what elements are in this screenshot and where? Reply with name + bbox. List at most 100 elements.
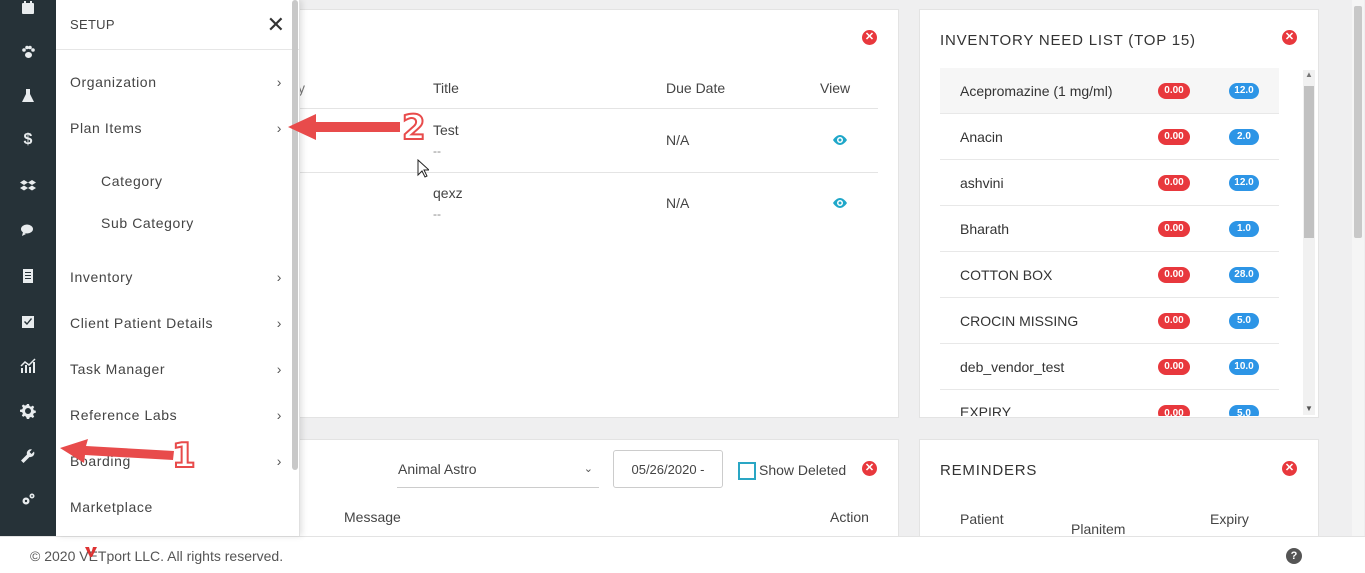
need-badge: 10.0 bbox=[1229, 358, 1259, 375]
chevron-right-icon: › bbox=[276, 361, 282, 377]
menu-item-inventory[interactable]: Inventory › bbox=[70, 265, 282, 289]
inventory-row[interactable]: Bharath 0.00 1.0 bbox=[940, 206, 1279, 252]
icon-rail: $ bbox=[0, 0, 56, 536]
need-badge: 28.0 bbox=[1229, 266, 1259, 283]
drawer-title: SETUP bbox=[70, 17, 115, 32]
menu-item-client-patient-details[interactable]: Client Patient Details › bbox=[70, 311, 282, 335]
menu-item-label: Task Manager bbox=[70, 361, 166, 377]
menu-item-plan-items[interactable]: Plan Items › bbox=[70, 116, 282, 140]
stock-badge: 0.00 bbox=[1158, 128, 1190, 145]
task-subtitle: -- bbox=[433, 207, 441, 221]
header-divider bbox=[300, 108, 878, 109]
close-reminders-button[interactable]: ✕ bbox=[1282, 461, 1297, 476]
annotation-arrow-2 bbox=[288, 114, 400, 140]
column-header-action: Action bbox=[830, 509, 869, 525]
stock-badge: 0.00 bbox=[1158, 405, 1190, 416]
stock-badge: 0.00 bbox=[1158, 358, 1190, 375]
inventory-scrollbar-thumb[interactable] bbox=[1304, 86, 1314, 238]
chevron-right-icon: › bbox=[276, 269, 282, 285]
wrench-icon[interactable] bbox=[0, 434, 56, 478]
annotation-number-1: 1 bbox=[171, 435, 197, 477]
close-tasks-button[interactable]: ✕ bbox=[862, 30, 877, 45]
menu-item-label: Organization bbox=[70, 74, 157, 90]
paw-icon[interactable] bbox=[0, 30, 56, 74]
flask-icon[interactable] bbox=[0, 74, 56, 118]
row-divider bbox=[300, 172, 878, 173]
inventory-row[interactable]: ashvini 0.00 12.0 bbox=[940, 160, 1279, 206]
checkbox-icon[interactable] bbox=[0, 300, 56, 344]
drawer-header: SETUP ✕ bbox=[56, 0, 299, 50]
need-badge: 1.0 bbox=[1229, 220, 1259, 237]
inventory-row[interactable]: deb_vendor_test 0.00 10.0 bbox=[940, 344, 1279, 390]
column-header-patient: Patient bbox=[960, 511, 1004, 527]
need-badge: 12.0 bbox=[1229, 174, 1259, 191]
inventory-row[interactable]: Anacin 0.00 2.0 bbox=[940, 114, 1279, 160]
annotation-arrow-1 bbox=[60, 439, 174, 463]
menu-item-label: Inventory bbox=[70, 269, 133, 285]
need-badge: 2.0 bbox=[1229, 128, 1259, 145]
column-header-expiry: Expiry bbox=[1210, 511, 1249, 527]
menu-item-task-manager[interactable]: Task Manager › bbox=[70, 357, 282, 381]
task-subtitle: -- bbox=[433, 144, 441, 158]
footer: © 2020 VETport LLC. All rights reserved.… bbox=[0, 536, 1365, 573]
submenu-item-sub-category[interactable]: Sub Category bbox=[101, 215, 194, 231]
scroll-down-arrow-icon[interactable]: ▼ bbox=[1305, 404, 1313, 413]
dollar-icon[interactable]: $ bbox=[0, 118, 56, 162]
calendar-icon[interactable] bbox=[0, 0, 56, 30]
close-inventory-button[interactable]: ✕ bbox=[1282, 30, 1297, 45]
eye-icon[interactable] bbox=[832, 134, 848, 149]
show-deleted-checkbox[interactable] bbox=[738, 462, 756, 480]
inventory-item-name: Anacin bbox=[960, 128, 1003, 145]
inventory-item-name: Acepromazine (1 mg/ml) bbox=[960, 82, 1113, 99]
analytics-icon[interactable] bbox=[0, 344, 56, 388]
menu-item-label: Plan Items bbox=[70, 120, 143, 136]
stock-badge: 0.00 bbox=[1158, 312, 1190, 329]
chevron-down-icon: ⌄ bbox=[583, 463, 593, 475]
task-title: qexz bbox=[433, 185, 463, 201]
chevron-right-icon: › bbox=[276, 453, 282, 469]
inventory-item-name: EXPIRY bbox=[960, 404, 1012, 416]
menu-item-reference-labs[interactable]: Reference Labs › bbox=[70, 403, 282, 427]
submenu-item-category[interactable]: Category bbox=[101, 173, 163, 189]
chevron-right-icon: › bbox=[276, 120, 282, 136]
chat-icon[interactable] bbox=[0, 208, 56, 252]
close-icon[interactable]: ✕ bbox=[267, 13, 285, 36]
drawer-scrollbar[interactable] bbox=[292, 0, 298, 470]
inventory-item-name: COTTON BOX bbox=[960, 266, 1053, 283]
inventory-item-name: CROCIN MISSING bbox=[960, 312, 1079, 329]
annotation-number-2: 2 bbox=[401, 107, 427, 149]
patient-select-value: Animal Astro bbox=[398, 460, 477, 477]
column-header-planitem: Planitem bbox=[1071, 521, 1126, 537]
scroll-up-arrow-icon[interactable]: ▲ bbox=[1305, 70, 1313, 79]
date-range-input[interactable]: 05/26/2020 - bbox=[613, 450, 723, 488]
inventory-row[interactable]: Acepromazine (1 mg/ml) 0.00 12.0 bbox=[940, 68, 1279, 114]
vetport-logo-icon bbox=[85, 547, 97, 557]
help-icon[interactable]: ? bbox=[1286, 548, 1302, 564]
need-badge: 5.0 bbox=[1229, 312, 1259, 329]
show-deleted-label: Show Deleted bbox=[759, 462, 847, 478]
dropbox-icon[interactable] bbox=[0, 164, 56, 208]
tasks-card bbox=[296, 9, 899, 418]
chevron-right-icon: › bbox=[276, 315, 282, 331]
eye-icon[interactable] bbox=[832, 197, 848, 212]
inventory-item-name: ashvini bbox=[960, 174, 1004, 191]
stock-badge: 0.00 bbox=[1158, 174, 1190, 191]
menu-item-label: Marketplace bbox=[70, 499, 153, 515]
page-scrollbar-thumb[interactable] bbox=[1354, 6, 1362, 238]
menu-item-organization[interactable]: Organization › bbox=[70, 70, 282, 94]
inventory-row[interactable]: CROCIN MISSING 0.00 5.0 bbox=[940, 298, 1279, 344]
reminders-title: REMINDERS bbox=[940, 462, 1038, 479]
task-due: N/A bbox=[666, 132, 690, 148]
inventory-row[interactable]: EXPIRY 0.00 5.0 bbox=[940, 390, 1279, 416]
close-messages-button[interactable]: ✕ bbox=[862, 461, 877, 476]
gears-icon[interactable] bbox=[0, 478, 56, 522]
menu-item-marketplace[interactable]: Marketplace bbox=[70, 495, 282, 519]
inventory-row[interactable]: COTTON BOX 0.00 28.0 bbox=[940, 252, 1279, 298]
chevron-right-icon: › bbox=[276, 74, 282, 90]
gear-icon[interactable] bbox=[0, 389, 56, 433]
column-header-view: View bbox=[820, 80, 851, 96]
inventory-item-name: Bharath bbox=[960, 220, 1010, 237]
menu-item-label: Reference Labs bbox=[70, 407, 178, 423]
patient-select[interactable]: Animal Astro ⌄ bbox=[397, 450, 599, 488]
document-icon[interactable] bbox=[0, 254, 56, 298]
